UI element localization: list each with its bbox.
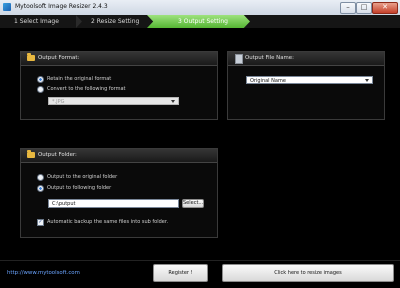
window-title: Mytoolsoft Image Resizer 2.4.3 <box>15 3 108 10</box>
step-resize-setting[interactable]: 2 Resize Setting <box>91 15 139 28</box>
retain-format-label: Retain the original format <box>47 76 112 82</box>
convert-format-label: Convert to the following format <box>47 86 126 92</box>
title-bar: Mytoolsoft Image Resizer 2.4.3 – □ ✕ <box>0 0 400 16</box>
output-file-name-panel: Output File Name: Original Name <box>227 51 385 120</box>
resize-images-button[interactable]: Click here to resize images <box>222 264 394 282</box>
output-file-name-header: Output File Name: <box>228 52 384 66</box>
main-content: Output Format: Retain the original forma… <box>0 28 400 260</box>
wizard-steps: 1 Select Image 2 Resize Setting 3 Output… <box>0 15 400 28</box>
format-select-value: *.JPG <box>52 99 65 105</box>
select-folder-button[interactable]: Select... <box>182 199 204 208</box>
output-format-title: Output Format: <box>38 55 80 61</box>
maximize-button[interactable]: □ <box>356 2 372 14</box>
folder-path-input[interactable]: C:\putput <box>48 199 179 208</box>
retain-format-radio[interactable] <box>37 76 44 83</box>
folder-icon <box>27 150 35 158</box>
output-format-panel: Output Format: Retain the original forma… <box>20 51 218 120</box>
step-separator <box>76 15 82 28</box>
output-folder-panel: Output Folder: Output to the original fo… <box>20 148 218 238</box>
output-folder-header: Output Folder: <box>21 149 217 163</box>
following-folder-label: Output to following folder <box>47 185 112 191</box>
backup-label: Automatic backup the same files into sub… <box>47 219 169 225</box>
file-name-select-value: Original Name <box>250 78 286 84</box>
original-folder-label: Output to the original folder <box>47 174 118 180</box>
close-button[interactable]: ✕ <box>372 2 398 14</box>
footer-bar: http://www.mytoolsoft.com Register ! Cli… <box>0 260 400 288</box>
original-folder-radio[interactable] <box>37 174 44 181</box>
step-select-image[interactable]: 1 Select Image <box>14 15 59 28</box>
chevron-down-icon <box>171 100 175 103</box>
output-format-header: Output Format: <box>21 52 217 66</box>
register-button[interactable]: Register ! <box>153 264 208 282</box>
minimize-button[interactable]: – <box>340 2 356 14</box>
website-link[interactable]: http://www.mytoolsoft.com <box>7 270 80 276</box>
format-select[interactable]: *.JPG <box>48 97 179 105</box>
convert-format-radio[interactable] <box>37 86 44 93</box>
output-folder-title: Output Folder: <box>38 152 77 158</box>
folder-icon <box>27 53 35 61</box>
chevron-down-icon <box>365 79 369 82</box>
app-window: Mytoolsoft Image Resizer 2.4.3 – □ ✕ 1 S… <box>0 0 400 288</box>
app-icon <box>3 3 11 11</box>
step-output-setting[interactable]: 3 Output Setting <box>178 15 228 28</box>
output-file-name-title: Output File Name: <box>245 55 294 61</box>
backup-checkbox[interactable]: ✓ <box>37 219 44 226</box>
file-name-select[interactable]: Original Name <box>246 76 373 84</box>
following-folder-radio[interactable] <box>37 185 44 192</box>
file-icon <box>235 54 243 64</box>
